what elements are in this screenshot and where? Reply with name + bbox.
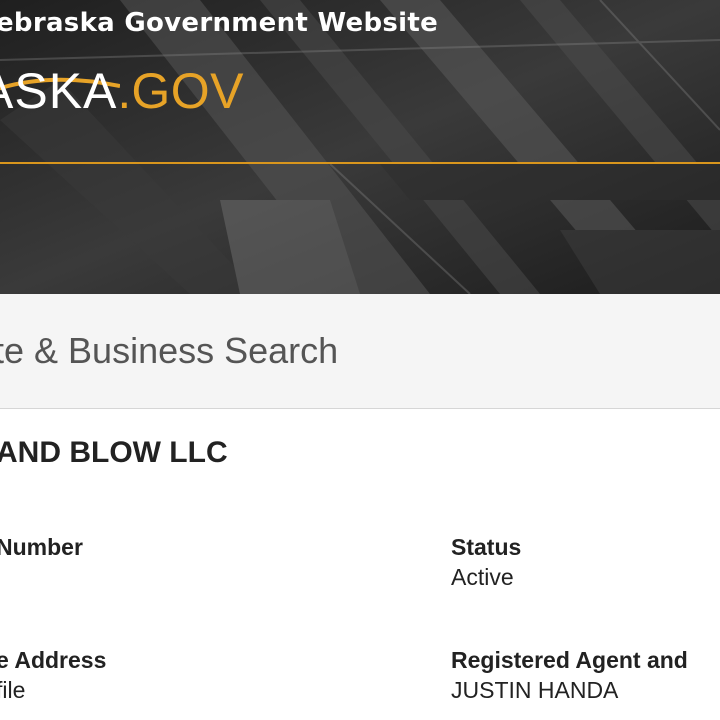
registered-agent-value: JUSTIN HANDA [451,677,619,703]
search-title-bar: te & Business Search [0,294,720,409]
office-address-field: e Address file [0,646,106,706]
logo-wordmark: ASKA [0,63,118,119]
nebraska-gov-logo[interactable]: ASKA . GOV [0,62,244,132]
site-header-banner: ebraska Government Website ASKA . GOV [0,0,720,294]
header-background-photo [0,0,720,294]
registered-agent-field: Registered Agent and JUSTIN HANDA [451,646,688,706]
office-address-value: file [0,677,26,703]
status-label: Status [451,534,522,560]
logo-gov-suffix: GOV [131,63,244,119]
official-website-text: ebraska Government Website [0,8,439,38]
status-value: Active [451,564,514,590]
entity-details: AND BLOW LLC Number Status Active e Addr… [0,408,720,720]
registered-agent-label: Registered Agent and [451,647,688,673]
office-address-label: e Address [0,647,107,673]
entity-number-label: Number [0,534,83,560]
entity-status-field: Status Active [451,533,521,593]
entity-name-heading: AND BLOW LLC [0,436,228,469]
page-title: te & Business Search [0,330,339,371]
page: ebraska Government Website ASKA . GOV te… [0,0,720,720]
header-divider [0,162,720,164]
entity-number-field: Number [0,533,83,561]
